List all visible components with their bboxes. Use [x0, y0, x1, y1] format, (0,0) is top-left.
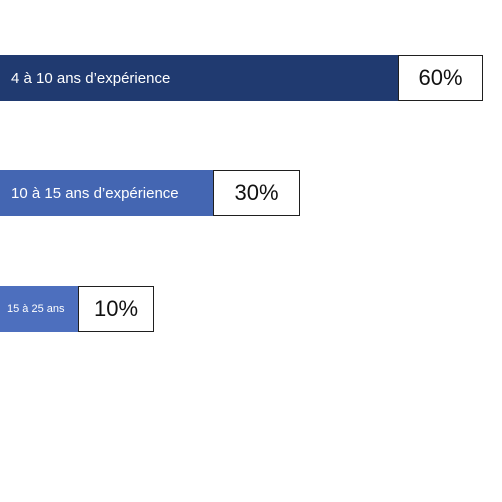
bar-1-value: 60%	[398, 55, 483, 101]
bar-row-1: 4 à 10 ans d’expérience 60%	[0, 55, 483, 101]
bar-row-2: 10 à 15 ans d’expérience 30%	[0, 170, 300, 216]
bar-1-label: 4 à 10 ans d’expérience	[11, 69, 171, 87]
bar-3-label: 15 à 25 ans	[7, 303, 65, 315]
experience-bar-chart: 4 à 10 ans d’expérience 60% 10 à 15 ans …	[0, 0, 502, 502]
bar-2-label: 10 à 15 ans d’expérience	[11, 184, 179, 202]
bar-row-3: 15 à 25 ans 10%	[0, 286, 154, 332]
bar-2: 10 à 15 ans d’expérience	[0, 170, 213, 216]
bar-3-value: 10%	[78, 286, 154, 332]
bar-3: 15 à 25 ans	[0, 286, 78, 332]
bar-1: 4 à 10 ans d’expérience	[0, 55, 398, 101]
bar-2-value: 30%	[213, 170, 300, 216]
